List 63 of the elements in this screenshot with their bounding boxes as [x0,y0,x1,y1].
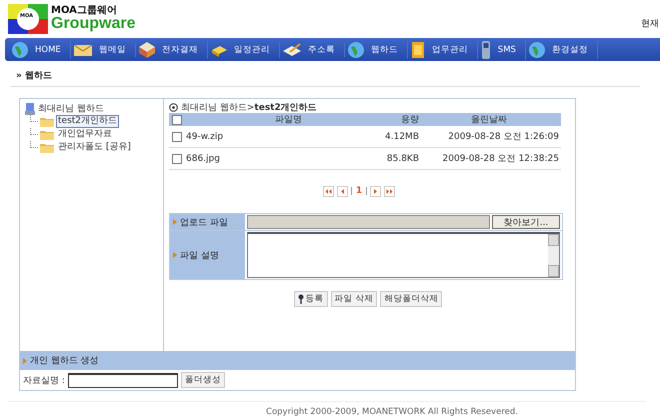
phone-icon [480,40,492,60]
column-header: 파일명 [274,114,303,126]
copyright: Copyright 2000-2009, MOANETWORK All Rights Resevered. [266,407,518,417]
logo-icon [8,4,48,34]
file-name[interactable]: 686.jpg [186,154,351,164]
pen-icon [282,42,302,56]
drive-icon [25,103,35,115]
file-path-field[interactable] [247,215,490,229]
nav-item[interactable]: 환경설정 [528,40,598,58]
date-label: 현재 [641,18,659,30]
folder-name-field[interactable] [68,372,178,388]
row-checkbox[interactable] [172,132,182,142]
triangle-icon [23,358,27,364]
upload-file-label: 업로드 파일 [170,214,245,230]
previous-page-icon[interactable] [336,186,348,196]
scroll-bar[interactable] [548,234,559,277]
upload-date: 2009-08-28 오전 1:26:09 [447,131,560,143]
nav-item[interactable]: HOME [11,40,71,58]
folder-path: 최대리님 웹하드>test2개인하드 [181,102,317,114]
page-title: » 웹하드 [16,71,52,81]
create-folder-button[interactable]: 폴더생성 [180,372,225,388]
select-all-checkbox[interactable] [172,114,182,124]
browse-button[interactable]: 찾아보기... [492,215,560,229]
logo-wordmark: Groupware [51,16,136,32]
pin-icon [298,294,304,304]
globe-icon [528,40,546,58]
column-header: 용량 [400,114,419,126]
action-button[interactable]: 해당폴더삭제 [380,291,442,307]
triangle-icon [173,252,177,258]
box-icon [138,40,156,58]
column-header: 올린날짜 [470,114,508,126]
action-button[interactable]: 파일 삭제 [330,291,378,307]
tree-root[interactable]: 최대리님 웹하드 [38,104,104,114]
description-field[interactable] [247,232,560,278]
nav-item[interactable]: 웹하드 [346,40,408,58]
nav-item[interactable]: SMS [480,40,526,60]
nav-item[interactable]: 업무관리 [410,40,478,58]
globe-icon [346,40,365,58]
tree-item[interactable]: 관리자폴도 [공유] [56,141,133,154]
section-title: 개인 웹하드 생성 [30,355,99,367]
nav-item[interactable]: 전자결재 [138,40,208,58]
folder-name-label: 자료실명 : [23,374,65,386]
next-page-icon[interactable] [370,186,382,196]
tree-item[interactable]: 개인업무자료 [56,128,114,141]
triangle-icon [173,219,177,225]
first-page-icon[interactable] [322,186,334,196]
nav-item[interactable]: 웹메일 [72,42,136,56]
file-name[interactable]: 49-w.zip [186,132,351,142]
tree-item[interactable]: test2개인하드 [56,115,120,128]
upload-date: 2009-08-28 오전 12:38:25 [442,153,560,165]
nav-item[interactable]: 주소록 [282,42,345,56]
envelope-icon [72,42,93,56]
file-description-label: 파일 설명 [170,231,245,279]
nav-item[interactable]: 일정관리 [210,42,280,58]
page-number[interactable]: 1 [350,187,368,195]
row-checkbox[interactable] [172,154,182,164]
globe-icon [11,40,29,58]
target-icon [169,103,178,112]
last-page-icon[interactable] [384,186,396,196]
file-size: 85.8KB [386,154,419,164]
logo-title: MOA그룹웨어 [51,6,118,16]
file-size: 4.12MB [384,132,419,142]
action-button[interactable]: 등록 [294,291,328,307]
